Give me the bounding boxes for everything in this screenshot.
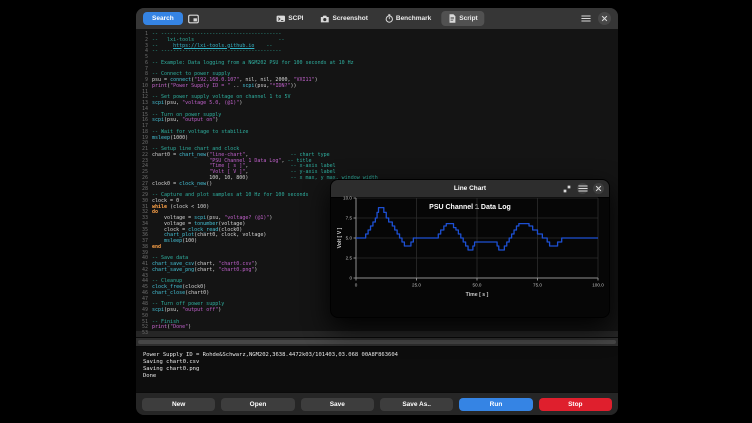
chart-close-icon[interactable] (593, 183, 604, 194)
header-right-controls (581, 12, 611, 25)
new-button[interactable]: New (142, 398, 215, 411)
svg-text:0: 0 (355, 283, 358, 288)
tab-script[interactable]: Script (441, 11, 484, 26)
svg-text:100.0: 100.0 (592, 283, 604, 288)
console-line: Done (143, 373, 611, 380)
svg-text:Volt [ V ]: Volt [ V ] (337, 227, 343, 248)
line-chart-window: Line Chart PSU Channel 1 Data Log 02.55.… (330, 179, 610, 318)
save-as-button[interactable]: Save As.. (380, 398, 453, 411)
desktop-background: Search SCPIScreenshotBenchmarkScript 1--… (0, 0, 752, 423)
action-bar: New Open Save Save As.. Run Stop (136, 392, 618, 415)
code-line: 53 (136, 331, 618, 337)
view-switcher: SCPI Screenshot Benchmark Script (269, 8, 484, 29)
open-button[interactable]: Open (221, 398, 294, 411)
tab-label: Screenshot (332, 15, 367, 22)
tab-scpi[interactable]: SCPI (269, 11, 310, 26)
window-close-button[interactable] (598, 12, 611, 25)
svg-text:7.5: 7.5 (346, 216, 353, 221)
chart-window-title: Line Chart (454, 185, 486, 192)
run-button[interactable]: Run (459, 398, 532, 411)
terminal-icon (276, 15, 285, 23)
code-text (152, 331, 618, 337)
chart-expand-icon[interactable] (561, 183, 572, 194)
svg-text:Time [ s ]: Time [ s ] (466, 292, 489, 298)
tab-label: Benchmark (396, 15, 431, 22)
console-output: Power Supply ID = Rohde&Schwarz,NGM202,3… (136, 347, 618, 392)
console-line: Power Supply ID = Rohde&Schwarz,NGM202,3… (143, 352, 611, 359)
script-icon (448, 14, 456, 23)
chart-menu-icon[interactable] (577, 183, 588, 194)
search-button[interactable]: Search (143, 12, 183, 25)
camera-icon (320, 15, 329, 23)
editor-horizontal-scrollbar[interactable] (136, 337, 618, 347)
save-button[interactable]: Save (301, 398, 374, 411)
svg-text:25.0: 25.0 (412, 283, 421, 288)
console-line: Saving chart0.png (143, 366, 611, 373)
panel-toggle-icon[interactable] (188, 14, 199, 24)
line-number: 53 (136, 331, 152, 337)
svg-text:2.5: 2.5 (346, 256, 353, 261)
chart-window-body: PSU Channel 1 Data Log 02.55.07.510.0025… (331, 204, 609, 211)
svg-text:5.0: 5.0 (346, 236, 353, 241)
plot-canvas: 0 2.5 5.0 7.5 10.0 0 25.0 50.0 75.0 100.0 Time [ s… (334, 194, 606, 298)
menu-icon[interactable] (581, 14, 591, 23)
svg-text:75.0: 75.0 (533, 283, 542, 288)
headerbar: Search SCPI Screenshot Benchmark Script (136, 8, 618, 30)
scrollbar-handle[interactable] (138, 340, 616, 344)
console-line: Saving chart0.csv (143, 359, 611, 366)
stop-button[interactable]: Stop (539, 398, 612, 411)
tab-benchmark[interactable]: Benchmark (378, 11, 438, 26)
stopwatch-icon (385, 14, 393, 23)
svg-text:50.0: 50.0 (473, 283, 482, 288)
tab-screenshot[interactable]: Screenshot (313, 11, 374, 26)
svg-text:0: 0 (349, 276, 352, 281)
tab-label: SCPI (288, 15, 303, 22)
tab-label: Script (459, 15, 477, 22)
svg-text:10.0: 10.0 (343, 196, 352, 201)
